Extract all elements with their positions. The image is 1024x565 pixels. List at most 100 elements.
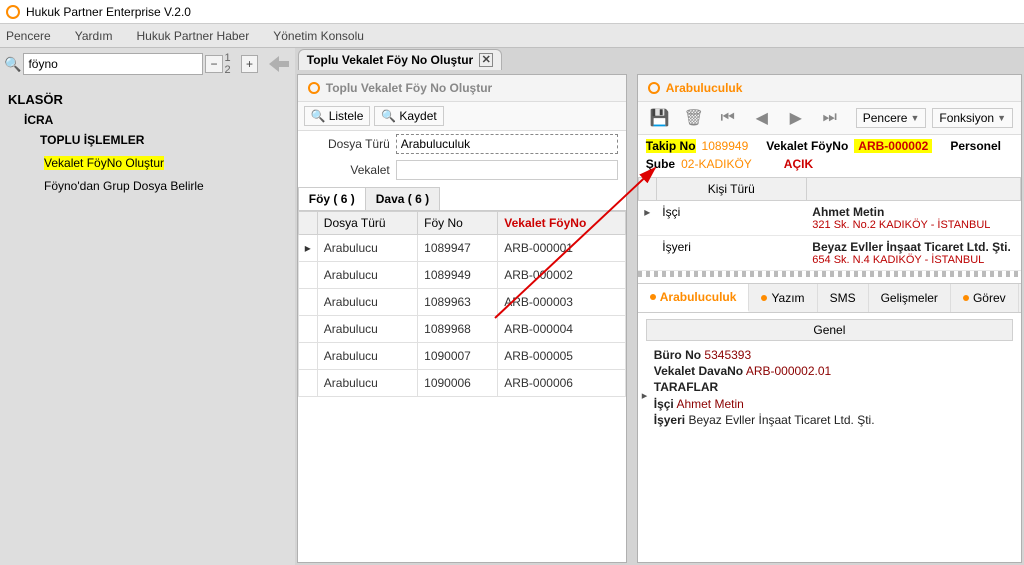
first-icon[interactable]: ⏮ bbox=[714, 106, 742, 130]
titlebar: Hukuk Partner Enterprise V.2.0 bbox=[0, 0, 1024, 24]
app-title: Hukuk Partner Enterprise V.2.0 bbox=[26, 5, 191, 19]
val-isci: Ahmet Metin bbox=[676, 397, 743, 411]
val-sube: 02-KADIKÖY bbox=[681, 157, 752, 171]
tab-tvfno[interactable]: Toplu Vekalet Föy No Oluştur ✕ bbox=[298, 49, 502, 70]
table-row[interactable]: Arabulucu1089949ARB-000002 bbox=[298, 262, 625, 289]
kisi-addr: 321 Sk. No.2 KADIKÖY - İSTANBUL bbox=[812, 219, 1014, 231]
lbl-taraflar: TARAFLAR bbox=[654, 380, 718, 394]
back-icon[interactable] bbox=[268, 52, 291, 76]
col-foyno[interactable]: Föy No bbox=[418, 212, 498, 235]
prev-icon[interactable]: ◀ bbox=[748, 106, 776, 130]
lbl-dosyaturu: Dosya Türü bbox=[306, 137, 396, 151]
lbl-personel: Personel bbox=[950, 139, 1001, 153]
menu-pencere[interactable]: Pencere bbox=[6, 29, 51, 43]
ltab-gorev[interactable]: Görev bbox=[951, 284, 1019, 312]
dosya-toolbar: 💾 🗑 ⏮ ◀ ▶ ⏭ Pencere▼ Fonksiyon▼ bbox=[638, 102, 1021, 135]
table-row[interactable]: ▸Arabulucu1089947ARB-000001 bbox=[298, 235, 625, 262]
tvfno-grid: Dosya Türü Föy No Vekalet FöyNo ▸Arabulu… bbox=[298, 211, 626, 397]
table-row[interactable]: Arabulucu1089963ARB-000003 bbox=[298, 289, 625, 316]
fonksiyon-button[interactable]: Fonksiyon▼ bbox=[932, 108, 1013, 128]
val-durum: AÇIK bbox=[784, 157, 813, 171]
lbl-buro: Büro No bbox=[654, 348, 701, 362]
val-vfoyno: ARB-000002 bbox=[854, 139, 932, 153]
tab-tvfno-label: Toplu Vekalet Föy No Oluştur bbox=[307, 53, 473, 67]
tvfno-title: Toplu Vekalet Föy No Oluştur bbox=[298, 75, 626, 102]
search-icon: 🔍 bbox=[4, 56, 21, 73]
col-kisituru[interactable]: Kişi Türü bbox=[656, 178, 806, 201]
search-row: 🔍 − 1 2 + bbox=[4, 52, 291, 76]
lbl-isyeri: İşyeri bbox=[654, 413, 685, 427]
subtab-dava[interactable]: Dava ( 6 ) bbox=[365, 187, 440, 210]
listele-button[interactable]: 🔍Listele bbox=[304, 106, 371, 126]
person-row[interactable]: İşyeri Beyaz Evller İnşaat Ticaret Ltd. … bbox=[638, 236, 1020, 271]
person-grid: Kişi Türü ▸ İşçi Ahmet Metin321 Sk. No.2… bbox=[638, 177, 1021, 271]
kisi-tur: İşyeri bbox=[656, 236, 806, 271]
pencere-button[interactable]: Pencere▼ bbox=[856, 108, 927, 128]
menubar: Pencere Yardım Hukuk Partner Haber Yönet… bbox=[0, 24, 1024, 48]
menu-yonetim[interactable]: Yönetim Konsolu bbox=[273, 29, 364, 43]
content: Toplu Vekalet Föy No Oluştur ✕ Toplu Vek… bbox=[295, 48, 1024, 565]
subtab-foy[interactable]: Föy ( 6 ) bbox=[298, 187, 366, 210]
collapse-btn[interactable]: − bbox=[205, 55, 222, 73]
trash-icon[interactable]: 🗑 bbox=[680, 106, 708, 130]
kisi-name: Beyaz Evller İnşaat Ticaret Ltd. Şti. bbox=[812, 240, 1014, 254]
table-row[interactable]: Arabulucu1090006ARB-000006 bbox=[298, 370, 625, 397]
kisi-tur: İşçi bbox=[656, 201, 806, 236]
next-icon[interactable]: ▶ bbox=[782, 106, 810, 130]
kisi-name: Ahmet Metin bbox=[812, 205, 1014, 219]
tree-icra[interactable]: İCRA bbox=[24, 113, 287, 127]
ltab-arabuluculuk[interactable]: Arabuluculuk bbox=[638, 284, 750, 312]
tvfno-title-text: Toplu Vekalet Föy No Oluştur bbox=[326, 81, 492, 95]
details: ▸ Büro No 5345393 Vekalet DavaNo ARB-000… bbox=[638, 341, 1021, 434]
person-row[interactable]: ▸ İşçi Ahmet Metin321 Sk. No.2 KADIKÖY -… bbox=[638, 201, 1020, 236]
kisi-addr: 654 Sk. N.4 KADIKÖY - İSTANBUL bbox=[812, 254, 1014, 266]
nav-tree: KLASÖR İCRA TOPLU İŞLEMLER Vekalet FöyNo… bbox=[4, 82, 291, 205]
lbl-sube: Şube bbox=[646, 157, 675, 171]
search-icon: 🔍 bbox=[381, 109, 396, 123]
tvfno-toolbar: 🔍Listele 🔍Kaydet bbox=[298, 102, 626, 131]
tree-klasor[interactable]: KLASÖR bbox=[8, 92, 287, 107]
table-row[interactable]: Arabulucu1090007ARB-000005 bbox=[298, 343, 625, 370]
app-icon bbox=[6, 5, 20, 19]
table-row[interactable]: Arabulucu1089968ARB-000004 bbox=[298, 316, 625, 343]
ltab-yazim[interactable]: Yazım bbox=[749, 284, 817, 312]
tree-toplu[interactable]: TOPLU İŞLEMLER bbox=[40, 133, 287, 147]
lbl-vdav: Vekalet DavaNo bbox=[654, 364, 743, 378]
col-dosyaturu[interactable]: Dosya Türü bbox=[317, 212, 417, 235]
kaydet-button[interactable]: 🔍Kaydet bbox=[374, 106, 443, 126]
tree-item-grup-dosya[interactable]: Föyno'dan Grup Dosya Belirle bbox=[40, 176, 287, 196]
pane-tvfno: Toplu Vekalet Föy No Oluştur ✕ Toplu Vek… bbox=[297, 74, 627, 563]
ltab-gelismeler[interactable]: Gelişmeler bbox=[869, 284, 951, 312]
menu-yardim[interactable]: Yardım bbox=[75, 29, 113, 43]
lbl-isci: İşçi bbox=[654, 397, 674, 411]
lower-tabs: Arabuluculuk Yazım SMS Gelişmeler Görev bbox=[638, 283, 1021, 313]
lbl-vekalet: Vekalet bbox=[306, 163, 396, 177]
dosya-title-text: Arabuluculuk bbox=[666, 81, 743, 95]
search-input[interactable] bbox=[23, 53, 203, 75]
tab-tvfno-close-icon[interactable]: ✕ bbox=[479, 53, 493, 67]
dot-icon bbox=[963, 295, 969, 301]
chevron-down-icon: ▼ bbox=[997, 113, 1006, 123]
expand-btn[interactable]: + bbox=[241, 55, 258, 73]
ltab-sms[interactable]: SMS bbox=[818, 284, 869, 312]
menu-haber[interactable]: Hukuk Partner Haber bbox=[137, 29, 250, 43]
app-icon-small bbox=[648, 82, 660, 94]
dosya-title: Arabuluculuk bbox=[638, 75, 1021, 102]
divider bbox=[638, 271, 1021, 277]
input-dosyaturu[interactable] bbox=[396, 134, 618, 154]
row-marker-icon: ▸ bbox=[642, 389, 648, 404]
page-num: 1 2 bbox=[225, 52, 239, 76]
lbl-vfoyno: Vekalet FöyNo bbox=[766, 139, 848, 153]
dot-icon bbox=[650, 294, 656, 300]
pane-dosya: Dosya ✕ Arabuluculuk 💾 🗑 ⏮ ◀ ▶ ⏭ Pencere… bbox=[637, 74, 1022, 563]
dot-icon bbox=[761, 295, 767, 301]
tvfno-subtabs: Föy ( 6 ) Dava ( 6 ) bbox=[298, 187, 626, 211]
last-icon[interactable]: ⏭ bbox=[816, 106, 844, 130]
section-genel: Genel bbox=[646, 319, 1013, 341]
app-icon-small bbox=[308, 82, 320, 94]
save-icon[interactable]: 💾 bbox=[646, 106, 674, 130]
input-vekalet[interactable] bbox=[396, 160, 618, 180]
lbl-takipno: Takip No bbox=[646, 139, 696, 153]
tree-item-vekalet-olustur[interactable]: Vekalet FöyNo Oluştur bbox=[40, 153, 287, 173]
col-vfoyno[interactable]: Vekalet FöyNo bbox=[498, 212, 626, 235]
